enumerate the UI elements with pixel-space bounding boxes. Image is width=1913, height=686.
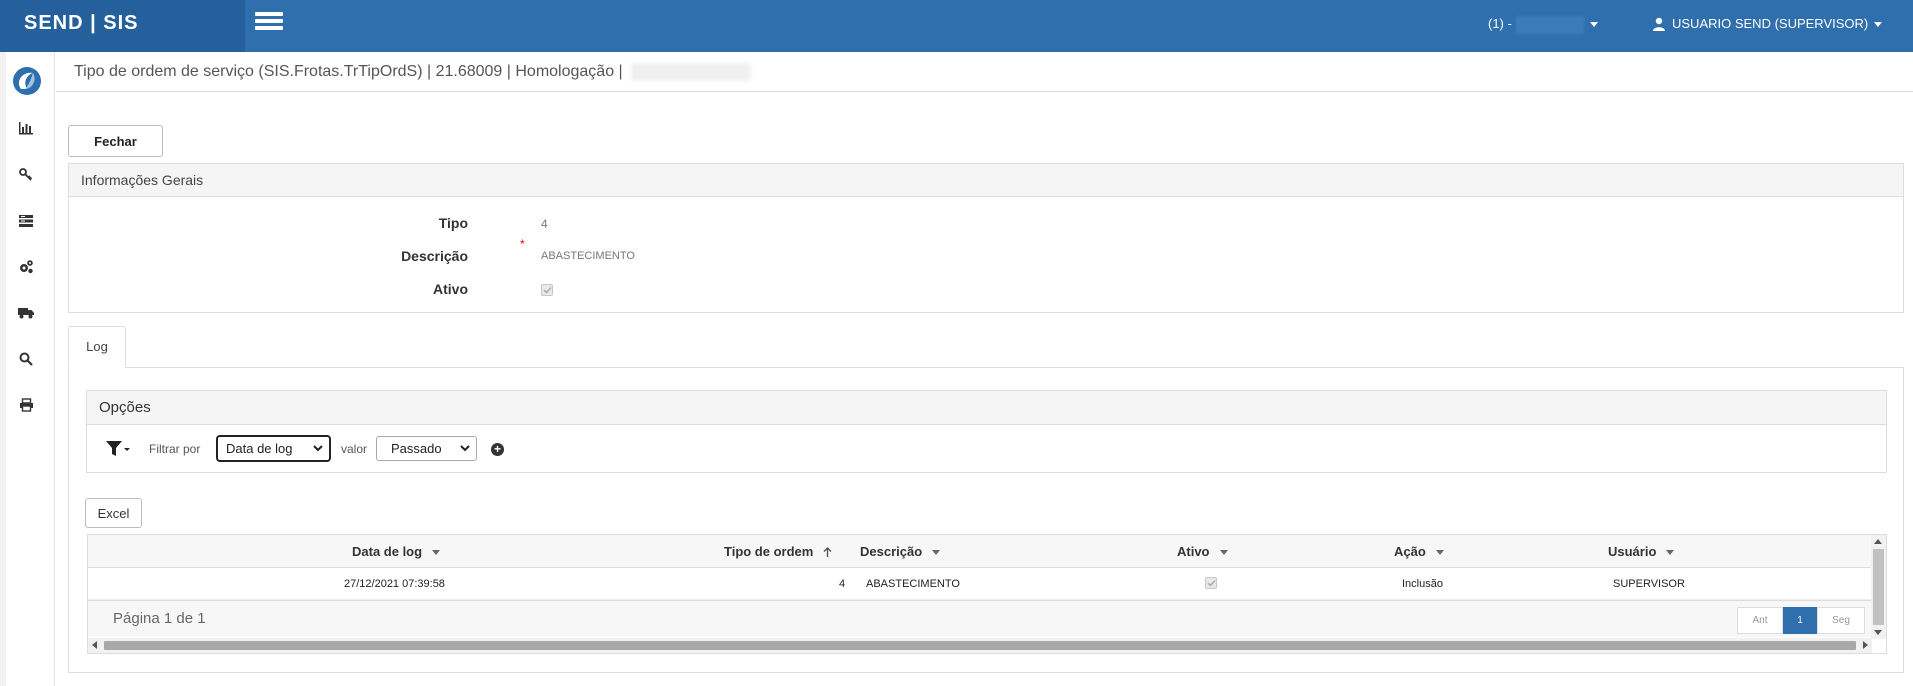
user-icon	[1653, 17, 1665, 31]
log-grid: Data de log Tipo de ordem Descrição Ativ…	[87, 534, 1887, 654]
sort-down-icon	[1219, 550, 1228, 556]
key-icon[interactable]	[16, 165, 36, 185]
gears-icon[interactable]	[16, 257, 36, 277]
column-header-tipo-ordem[interactable]: Tipo de ordem	[724, 535, 832, 568]
filter-value-text: Passado	[391, 441, 442, 456]
user-menu[interactable]: USUARIO SEND (SUPERVISOR)	[1652, 14, 1883, 34]
column-header-acao[interactable]: Ação	[1394, 535, 1444, 568]
sort-down-icon	[432, 550, 441, 556]
vertical-scrollbar[interactable]	[1871, 535, 1886, 639]
excel-export-button[interactable]: Excel	[85, 498, 142, 528]
cell-ativo-checkbox	[1205, 577, 1217, 591]
check-icon	[542, 286, 552, 294]
general-info-panel: Informações Gerais Tipo 4 Descrição * AB…	[68, 163, 1904, 313]
company-selector-label: (1) -	[1488, 16, 1512, 31]
scroll-left-icon[interactable]	[92, 641, 97, 649]
chevron-down-icon	[460, 445, 470, 452]
truck-icon[interactable]	[16, 303, 36, 323]
grid-header: Data de log Tipo de ordem Descrição Ativ…	[88, 535, 1872, 568]
horizontal-scrollbar[interactable]	[88, 638, 1872, 653]
vertical-scroll-thumb[interactable]	[1873, 549, 1884, 625]
sort-up-arrow-icon	[823, 547, 832, 558]
column-header-descricao[interactable]: Descrição	[860, 535, 941, 568]
sidebar	[0, 52, 55, 686]
page-title-bar: Tipo de ordem de serviço (SIS.Frotas.TrT…	[56, 52, 1913, 92]
search-icon[interactable]	[16, 349, 36, 369]
options-heading: Opções	[87, 391, 1886, 425]
chevron-down-icon	[1874, 22, 1883, 28]
cell-acao: Inclusão	[1402, 578, 1443, 590]
horizontal-scroll-thumb[interactable]	[104, 641, 1856, 650]
filter-field-select[interactable]: Data de log	[216, 435, 331, 462]
cell-descricao: ABASTECIMENTO	[866, 578, 960, 590]
filter-by-label: Filtrar por	[149, 442, 201, 456]
filter-icon[interactable]	[105, 440, 131, 463]
tipo-value: 4	[541, 217, 548, 231]
table-row[interactable]: 27/12/2021 07:39:58 4 ABASTECIMENTO Incl…	[88, 568, 1872, 600]
column-header-data-log[interactable]: Data de log	[352, 535, 441, 568]
filter-field-value: Data de log	[226, 441, 293, 456]
options-panel: Opções Filtrar por Data de log valor Pas…	[86, 390, 1887, 473]
value-label: valor	[341, 442, 368, 456]
pager-page-1-button[interactable]: 1	[1783, 607, 1817, 634]
scroll-right-icon[interactable]	[1863, 641, 1868, 649]
cell-usuario: SUPERVISOR	[1613, 578, 1685, 590]
chevron-down-icon	[313, 445, 323, 452]
ativo-label: Ativo	[433, 281, 468, 297]
page-info: Página 1 de 1	[113, 610, 206, 627]
column-header-usuario[interactable]: Usuário	[1608, 535, 1675, 568]
column-header-ativo[interactable]: Ativo	[1177, 535, 1228, 568]
cell-tipo-ordem: 4	[839, 578, 846, 590]
bar-chart-icon[interactable]	[16, 118, 36, 138]
top-navbar: SEND | SIS (1) - USUARIO SEND (SUPERVISO…	[0, 0, 1913, 52]
filter-value-select[interactable]: Passado	[376, 436, 477, 461]
app-logo-icon[interactable]	[11, 65, 43, 97]
company-selector[interactable]: (1) -	[1488, 14, 1598, 34]
user-name: USUARIO SEND (SUPERVISOR)	[1672, 16, 1869, 31]
check-icon	[1206, 579, 1216, 587]
page-title: Tipo de ordem de serviço (SIS.Frotas.TrT…	[74, 63, 623, 80]
sort-down-icon	[1666, 550, 1675, 556]
ativo-checkbox	[541, 283, 553, 297]
scroll-down-icon[interactable]	[1874, 630, 1882, 635]
hamburger-menu-icon[interactable]	[255, 12, 287, 34]
add-filter-icon[interactable]: +	[491, 443, 504, 456]
chevron-down-icon	[1589, 22, 1598, 28]
tab-log[interactable]: Log	[68, 326, 126, 368]
descricao-value: ABASTECIMENTO	[541, 250, 635, 262]
sort-down-icon	[932, 550, 941, 556]
grid-pager: Página 1 de 1 Ant 1 Seg	[88, 600, 1872, 637]
cell-data-log: 27/12/2021 07:39:58	[344, 578, 445, 590]
required-indicator: *	[520, 237, 525, 251]
pager-next-button[interactable]: Seg	[1817, 607, 1865, 634]
list-icon[interactable]	[16, 211, 36, 231]
general-info-heading: Informações Gerais	[69, 164, 1903, 197]
close-button[interactable]: Fechar	[68, 125, 163, 157]
pager-prev-button[interactable]: Ant	[1737, 607, 1783, 634]
descricao-label: Descrição	[401, 248, 468, 264]
scroll-up-icon[interactable]	[1874, 539, 1882, 544]
app-brand[interactable]: SEND | SIS	[0, 0, 245, 52]
tipo-label: Tipo	[438, 215, 468, 231]
sort-down-icon	[1435, 550, 1444, 556]
print-icon[interactable]	[16, 395, 36, 415]
